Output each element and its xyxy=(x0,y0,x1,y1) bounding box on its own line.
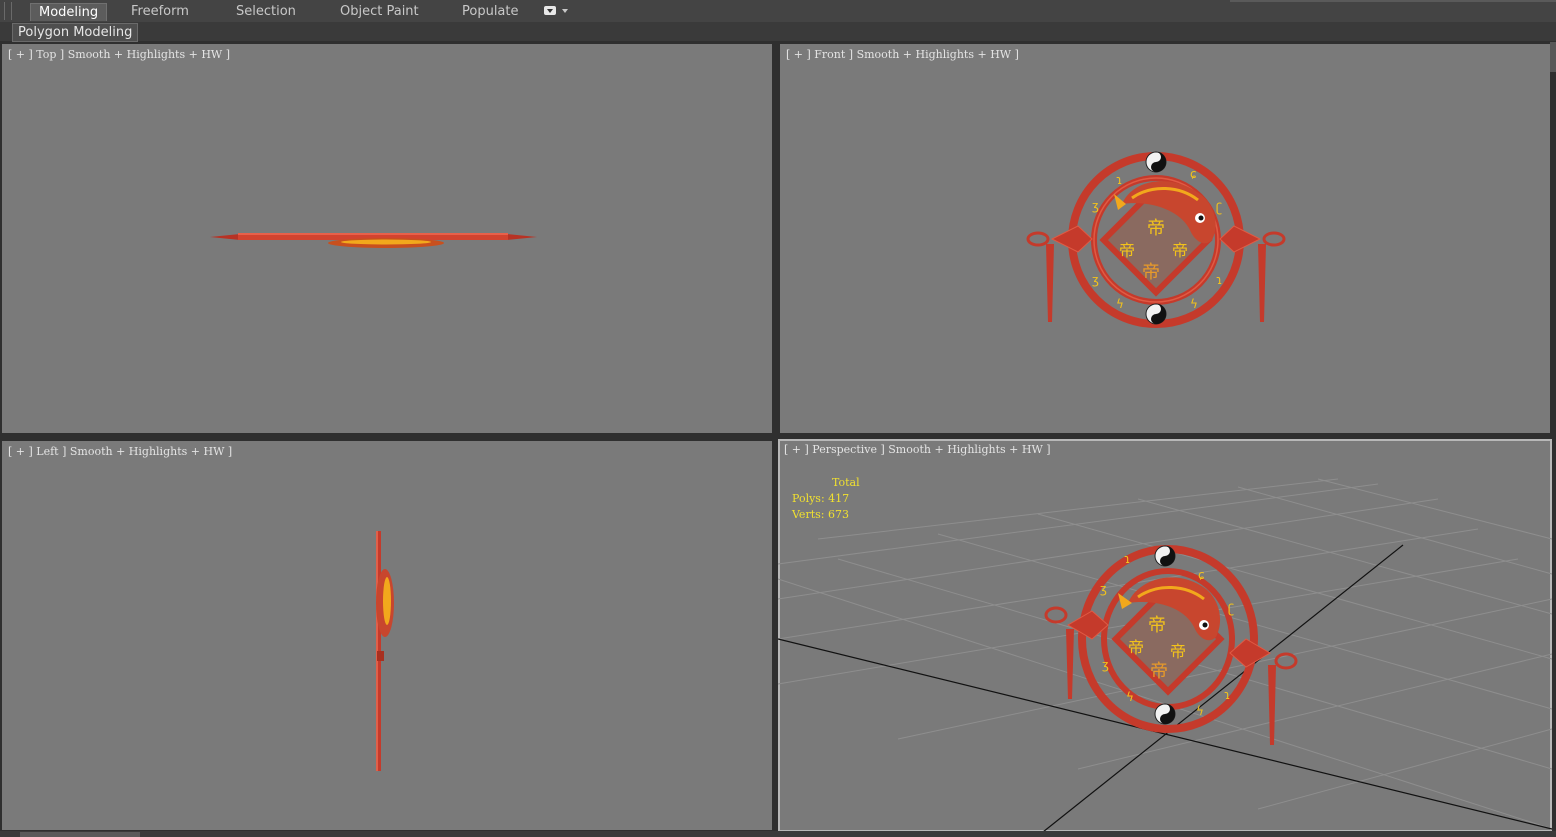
ribbon-options-button[interactable] xyxy=(544,5,570,18)
svg-text:帝: 帝 xyxy=(1147,218,1165,239)
tab-freeform[interactable]: Freeform xyxy=(131,3,189,20)
svg-text:ʗ: ʗ xyxy=(1228,602,1234,616)
toolbar-grip[interactable] xyxy=(4,2,12,20)
ribbon-divider xyxy=(1230,0,1556,2)
tab-menu-icon xyxy=(544,6,556,15)
tab-selection[interactable]: Selection xyxy=(236,3,296,20)
svg-text:ʒ: ʒ xyxy=(1092,273,1099,287)
svg-text:帝: 帝 xyxy=(1172,241,1188,260)
tab-populate[interactable]: Populate xyxy=(462,3,519,20)
top-view-model xyxy=(210,233,537,248)
svg-text:帝: 帝 xyxy=(1150,661,1168,682)
svg-text:ϟ: ϟ xyxy=(1126,690,1134,704)
svg-text:ϟ: ϟ xyxy=(1190,297,1198,311)
svg-text:ϟ: ϟ xyxy=(1196,704,1204,718)
dropdown-arrow-icon xyxy=(562,9,568,13)
tab-object-paint[interactable]: Object Paint xyxy=(340,3,419,20)
left-view-model xyxy=(376,531,394,771)
svg-text:ɕ: ɕ xyxy=(1190,167,1197,181)
polygon-modeling-panel-button[interactable]: Polygon Modeling xyxy=(12,23,139,42)
viewport-left[interactable]: [ + ] Left ] Smooth + Highlights + HW ] xyxy=(2,441,772,830)
viewport-front[interactable]: [ + ] Front ] Smooth + Highlights + HW ]… xyxy=(780,44,1550,433)
status-strip-segment xyxy=(20,832,140,837)
viewport-scrollbar[interactable] xyxy=(1550,42,1556,72)
svg-text:ʒ: ʒ xyxy=(1102,658,1109,672)
svg-text:帝: 帝 xyxy=(1170,642,1186,661)
svg-text:帝: 帝 xyxy=(1119,241,1135,260)
svg-text:ʗ: ʗ xyxy=(1216,201,1222,215)
svg-text:ʒ: ʒ xyxy=(1092,199,1099,213)
svg-text:ɿ: ɿ xyxy=(1224,688,1230,702)
svg-text:帝: 帝 xyxy=(1128,638,1144,657)
ribbon-tab-bar: Modeling Freeform Selection Object Paint… xyxy=(0,0,1556,23)
status-strip xyxy=(0,831,1556,837)
svg-text:ϟ: ϟ xyxy=(1116,297,1124,311)
svg-text:ɕ: ɕ xyxy=(1198,568,1205,582)
svg-text:帝: 帝 xyxy=(1142,262,1160,283)
svg-text:ɿ: ɿ xyxy=(1116,173,1122,187)
ribbon-panel-bar: Polygon Modeling xyxy=(0,22,1556,42)
svg-text:ɿ: ɿ xyxy=(1124,552,1130,566)
svg-text:ɿ: ɿ xyxy=(1216,273,1222,287)
svg-text:ʒ: ʒ xyxy=(1100,582,1107,596)
perspective-view-model: 帝 帝 帝 帝 ɿ ʒ ʒ ϟ ɕ ʗ ɿ ϟ xyxy=(778,478,1552,832)
viewport-perspective[interactable]: [ + ] Perspective ] Smooth + Highlights … xyxy=(778,439,1552,832)
svg-text:帝: 帝 xyxy=(1148,615,1166,636)
tab-modeling[interactable]: Modeling xyxy=(30,3,108,21)
viewport-top[interactable]: [ + ] Top ] Smooth + Highlights + HW ] xyxy=(2,44,772,433)
front-view-model: 帝 帝 帝 帝 ɿ ʒ ʒ ϟ ɕ ʗ ɿ ϟ xyxy=(1026,151,1286,328)
